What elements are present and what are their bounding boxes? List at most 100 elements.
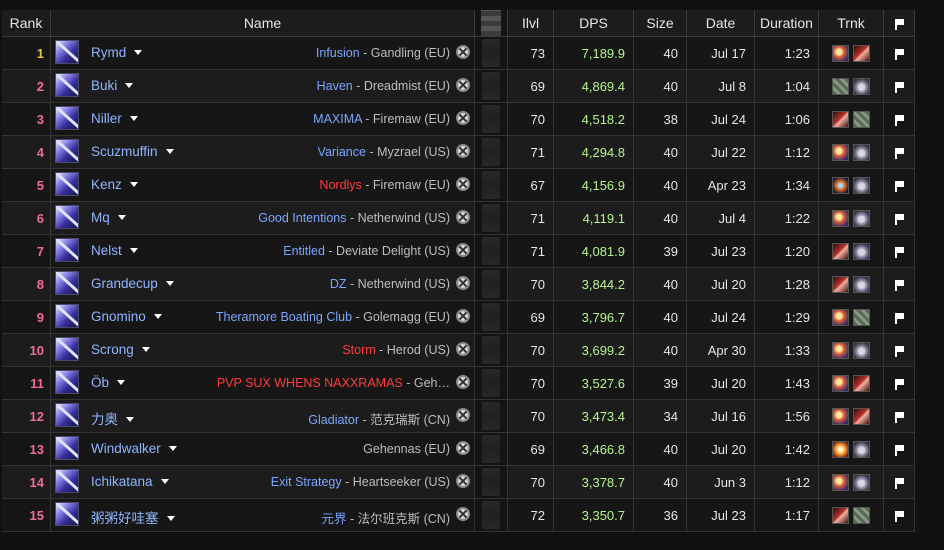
flag-cell[interactable]	[884, 202, 915, 235]
guild-link[interactable]: Storm	[342, 343, 375, 357]
trinket-orb-icon[interactable]	[853, 341, 870, 359]
trinket-eye-icon[interactable]	[832, 473, 849, 491]
player-name-link[interactable]: Öb	[91, 375, 126, 390]
trinket-claw-icon[interactable]	[832, 506, 849, 524]
guild-link[interactable]: Gladiator	[308, 413, 359, 427]
trinket-claw-icon[interactable]	[832, 275, 849, 293]
trinket-eye-icon[interactable]	[832, 44, 849, 62]
guild-link[interactable]: Haven	[317, 79, 353, 93]
player-name-link[interactable]: Windwalker	[91, 441, 177, 456]
guild-link[interactable]: 元界	[322, 512, 347, 526]
trinket-rune-icon[interactable]	[853, 110, 870, 128]
header-size[interactable]: Size	[634, 10, 687, 37]
dropdown-caret-icon[interactable]	[165, 281, 174, 286]
armory-icon[interactable]	[456, 309, 470, 323]
trinket-eye-icon[interactable]	[832, 407, 849, 425]
armory-icon[interactable]	[456, 177, 470, 191]
flag-cell[interactable]	[884, 37, 915, 70]
trinket-eye-icon[interactable]	[832, 209, 849, 227]
trinket-eye-icon[interactable]	[832, 143, 849, 161]
guild-link[interactable]: Exit Strategy	[271, 475, 342, 489]
flag-cell[interactable]	[884, 136, 915, 169]
armory-icon[interactable]	[456, 111, 470, 125]
armory-icon[interactable]	[456, 441, 470, 455]
trinket-eye-icon[interactable]	[832, 308, 849, 326]
armory-icon[interactable]	[456, 474, 470, 488]
player-name-link[interactable]: 力奥	[91, 408, 134, 428]
flag-cell[interactable]	[884, 235, 915, 268]
trinket-orb-icon[interactable]	[853, 440, 870, 458]
trinket-claw-icon[interactable]	[832, 242, 849, 260]
player-name-link[interactable]: Rymd	[91, 45, 143, 60]
armory-icon[interactable]	[456, 243, 470, 257]
header-date[interactable]: Date	[687, 10, 755, 37]
player-name-link[interactable]: Kenz	[91, 177, 138, 192]
dropdown-caret-icon[interactable]	[166, 516, 175, 521]
armory-icon[interactable]	[456, 78, 470, 92]
guild-link[interactable]: MAXIMA	[313, 112, 362, 126]
guild-link[interactable]: PVP SUX WHENS NAXXRAMAS	[217, 376, 403, 390]
trinket-orb-icon[interactable]	[853, 143, 870, 161]
armory-icon[interactable]	[456, 342, 470, 356]
trinket-rune-icon[interactable]	[832, 77, 849, 95]
flag-cell[interactable]	[884, 70, 915, 103]
dropdown-caret-icon[interactable]	[126, 417, 134, 422]
player-name-link[interactable]: 粥粥好哇塞	[91, 507, 175, 527]
dropdown-caret-icon[interactable]	[160, 479, 169, 484]
flag-cell[interactable]	[884, 301, 915, 334]
player-name-link[interactable]: Scuzmuffin	[91, 144, 174, 159]
player-name-link[interactable]: Niller	[91, 111, 138, 126]
armory-icon[interactable]	[456, 507, 470, 521]
flag-cell[interactable]	[884, 433, 915, 466]
guild-link[interactable]: Infusion	[316, 46, 360, 60]
player-name-link[interactable]: Ichikatana	[91, 474, 169, 489]
armory-icon[interactable]	[456, 45, 470, 59]
guild-link[interactable]: Entitled	[283, 244, 325, 258]
dropdown-caret-icon[interactable]	[125, 83, 134, 88]
flag-cell[interactable]	[884, 367, 915, 400]
trinket-orb-icon[interactable]	[853, 275, 870, 293]
trinket-claw-icon[interactable]	[853, 44, 870, 62]
flag-cell[interactable]	[884, 466, 915, 499]
flag-cell[interactable]	[884, 334, 915, 367]
player-name-link[interactable]: Buki	[91, 78, 134, 93]
trinket-burst-icon[interactable]	[832, 440, 849, 458]
trinket-claw-icon[interactable]	[832, 110, 849, 128]
dropdown-caret-icon[interactable]	[129, 116, 138, 121]
player-name-link[interactable]: Grandecup	[91, 276, 174, 291]
trinket-rune-icon[interactable]	[853, 506, 870, 524]
trinket-orb-icon[interactable]	[853, 242, 870, 260]
flag-cell[interactable]	[884, 400, 915, 433]
trinket-claw-icon[interactable]	[853, 407, 870, 425]
player-name-link[interactable]: Nelst	[91, 243, 138, 258]
flag-cell[interactable]	[884, 499, 915, 532]
armory-icon[interactable]	[456, 276, 470, 290]
dropdown-caret-icon[interactable]	[141, 347, 150, 352]
trinket-orb-icon[interactable]	[853, 77, 870, 95]
flag-cell[interactable]	[884, 268, 915, 301]
dropdown-caret-icon[interactable]	[165, 149, 174, 154]
dropdown-caret-icon[interactable]	[117, 380, 126, 385]
dropdown-caret-icon[interactable]	[153, 314, 162, 319]
header-name[interactable]: Name	[51, 10, 475, 37]
header-flag[interactable]	[884, 10, 915, 37]
guild-link[interactable]: Good Intentions	[258, 211, 346, 225]
player-name-link[interactable]: Mq	[91, 210, 126, 225]
trinket-eye-icon[interactable]	[832, 374, 849, 392]
trinket-rune-icon[interactable]	[853, 308, 870, 326]
guild-link[interactable]: Variance	[318, 145, 366, 159]
trinket-spark-icon[interactable]	[832, 176, 849, 194]
dropdown-caret-icon[interactable]	[168, 446, 177, 451]
player-name-link[interactable]: Gnomino	[91, 309, 162, 324]
trinket-orb-icon[interactable]	[853, 473, 870, 491]
armory-icon[interactable]	[456, 375, 470, 389]
dropdown-caret-icon[interactable]	[129, 182, 138, 187]
header-trinkets[interactable]: Trnk	[819, 10, 884, 37]
flag-cell[interactable]	[884, 103, 915, 136]
header-dps[interactable]: DPS	[554, 10, 634, 37]
guild-link[interactable]: Theramore Boating Club	[216, 310, 352, 324]
trinket-eye-icon[interactable]	[832, 341, 849, 359]
dropdown-caret-icon[interactable]	[129, 248, 138, 253]
armory-icon[interactable]	[456, 408, 470, 422]
guild-link[interactable]: DZ	[330, 277, 347, 291]
